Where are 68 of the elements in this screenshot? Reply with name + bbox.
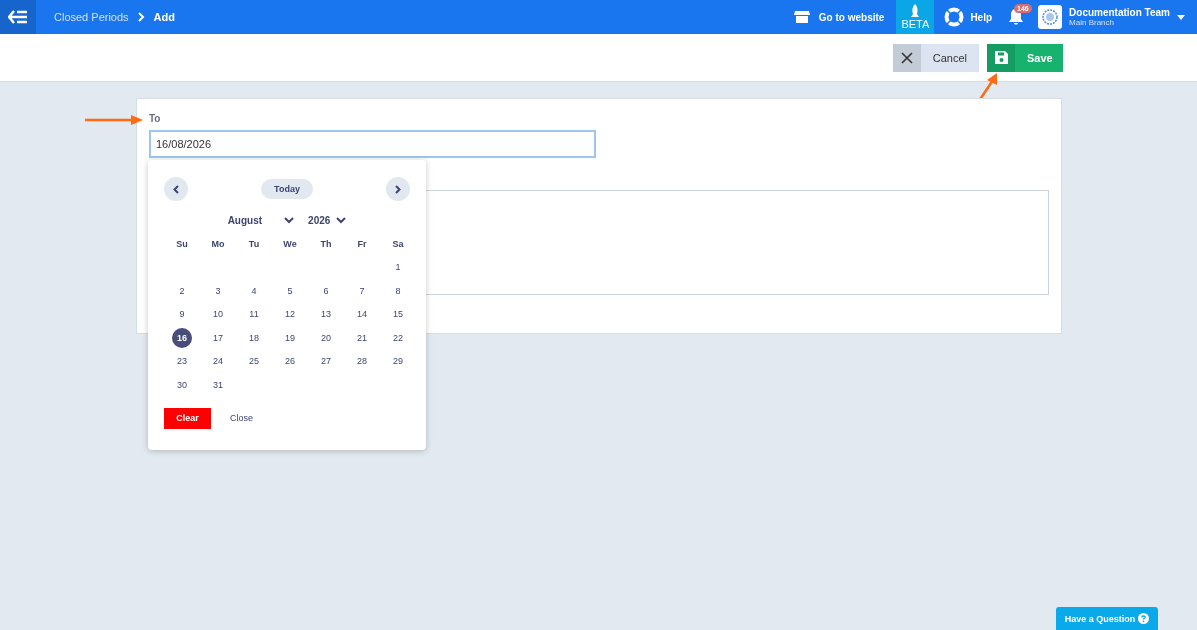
- chevron-left-icon: [173, 184, 179, 194]
- calendar-day[interactable]: 5: [280, 280, 300, 301]
- calendar-day[interactable]: 16: [172, 327, 192, 348]
- calendar-day[interactable]: 17: [208, 327, 228, 348]
- menu-button[interactable]: [0, 0, 36, 34]
- chevron-down-icon: [284, 217, 295, 224]
- weekday-label: Mo: [210, 237, 226, 251]
- website-link[interactable]: Go to website: [793, 10, 885, 24]
- weekday-label: We: [282, 237, 298, 251]
- question-icon: [1138, 613, 1150, 624]
- calendar-day[interactable]: 8: [388, 280, 408, 301]
- lifebuoy-icon: [944, 7, 965, 27]
- calendar-day[interactable]: 19: [280, 327, 300, 348]
- calendar-day[interactable]: 26: [280, 351, 300, 372]
- calendar-day[interactable]: 11: [244, 304, 264, 325]
- date-field[interactable]: 16/08/2026: [149, 130, 596, 158]
- previous-month-button[interactable]: [164, 177, 188, 201]
- calendar-day[interactable]: 25: [244, 351, 264, 372]
- chevron-right-icon: [137, 12, 145, 22]
- field-label: To: [149, 113, 162, 124]
- save-icon: [994, 51, 1008, 64]
- cancel-button[interactable]: Cancel: [892, 43, 979, 72]
- calendar-day[interactable]: 29: [388, 351, 408, 372]
- calendar-day[interactable]: 1: [388, 257, 408, 278]
- today-button[interactable]: Today: [261, 179, 313, 199]
- company-logo-icon: [1038, 5, 1063, 29]
- chevron-down-icon: [336, 217, 347, 224]
- year-select[interactable]: 2026: [308, 215, 347, 226]
- calendar-day[interactable]: 27: [316, 351, 336, 372]
- calendar-day[interactable]: 31: [208, 374, 228, 395]
- weekday-label: Tu: [247, 237, 261, 251]
- weekday-label: Th: [319, 237, 333, 251]
- help-link[interactable]: Help: [944, 7, 993, 27]
- back-menu-icon: [8, 10, 28, 24]
- calendar-day[interactable]: 22: [388, 327, 408, 348]
- annotation-arrow-drawing: [85, 115, 143, 125]
- caret-icon: [1177, 14, 1185, 20]
- calendar-day[interactable]: 23: [172, 351, 192, 372]
- chevron-right-icon: [395, 184, 401, 194]
- calendar-day[interactable]: 14: [352, 304, 372, 325]
- calendar-day[interactable]: 20: [316, 327, 336, 348]
- calendar-day[interactable]: 21: [352, 327, 372, 348]
- calendar-day[interactable]: 4: [244, 280, 264, 301]
- calendar-day[interactable]: 30: [172, 374, 192, 395]
- close-button[interactable]: Close: [230, 413, 253, 423]
- account-menu[interactable]: Documentation Team Main Branch: [1038, 5, 1185, 29]
- next-month-button[interactable]: [386, 177, 410, 201]
- weekday-label: Fr: [356, 237, 368, 251]
- breadcrumb-item: Add: [153, 11, 175, 23]
- calendar-day[interactable]: 15: [388, 304, 408, 325]
- calendar-day[interactable]: 6: [316, 280, 336, 301]
- calendar-day[interactable]: 28: [352, 351, 372, 372]
- calendar-day[interactable]: 18: [244, 327, 264, 348]
- calendar-day[interactable]: 24: [208, 351, 228, 372]
- calendar-day[interactable]: 7: [352, 280, 372, 301]
- calendar-day[interactable]: 2: [172, 280, 192, 301]
- calendar-day[interactable]: 10: [208, 304, 228, 325]
- month-select[interactable]: August: [227, 215, 295, 226]
- calendar-day[interactable]: 3: [208, 280, 228, 301]
- calendar-day[interactable]: 9: [172, 304, 192, 325]
- clear-button[interactable]: Clear: [164, 407, 211, 429]
- weekday-label: Sa: [391, 237, 405, 251]
- close-icon: [900, 51, 913, 64]
- calendar-day[interactable]: 12: [280, 304, 300, 325]
- calendar-day[interactable]: 13: [316, 304, 336, 325]
- store-icon: [793, 10, 810, 24]
- weekday-label: Su: [175, 237, 189, 251]
- rocket-icon: [910, 4, 921, 17]
